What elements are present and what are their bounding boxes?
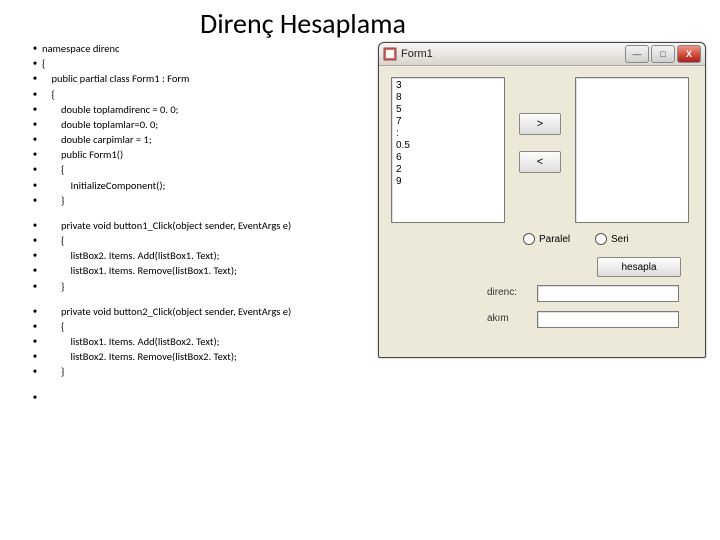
maximize-button[interactable]: □ — [651, 45, 675, 63]
list-item[interactable]: 6 — [396, 152, 500, 164]
page-title: Direnç Hesaplama — [200, 6, 406, 41]
close-button[interactable]: X — [677, 45, 701, 63]
radio-label: Paralel — [539, 234, 570, 245]
code-line: listBox2. Items. Remove(listBox2. Text); — [42, 350, 237, 364]
code-line: private void button2_Click(object sender… — [42, 305, 291, 319]
code-line: listBox1. Items. Remove(listBox1. Text); — [42, 264, 237, 278]
code-line: namespace direnc — [42, 42, 119, 56]
code-line: double toplamdirenc = 0. 0; — [42, 103, 178, 117]
radio-paralel[interactable]: Paralel — [523, 233, 570, 245]
minimize-button[interactable]: — — [625, 45, 649, 63]
listbox-1[interactable]: 3 8 5 7 : 0.5 6 2 9 — [391, 77, 505, 223]
list-item[interactable]: 3 — [396, 80, 500, 92]
code-line: listBox2. Items. Add(listBox1. Text); — [42, 249, 219, 263]
list-item[interactable]: 0.5 — [396, 140, 500, 152]
code-line: } — [42, 194, 64, 208]
code-line: double toplamlar=0. 0; — [42, 118, 158, 132]
code-line: { — [42, 320, 64, 334]
add-button[interactable]: > — [519, 113, 561, 135]
label-direnc: direnc: — [487, 287, 517, 298]
code-line: private void button1_Click(object sender… — [42, 219, 291, 233]
titlebar[interactable]: Form1 — □ X — [379, 43, 705, 66]
code-listing: •namespace direnc •{ • public partial cl… — [28, 42, 368, 406]
code-line: { — [42, 88, 55, 102]
radio-icon — [523, 233, 535, 245]
code-line: { — [42, 234, 64, 248]
label-akim: akım — [487, 313, 509, 324]
app-icon — [383, 47, 397, 61]
code-line: double carpimlar = 1; — [42, 133, 152, 147]
akim-field[interactable] — [537, 311, 679, 328]
list-item[interactable]: 5 — [396, 104, 500, 116]
code-line: { — [42, 163, 64, 177]
radio-label: Seri — [611, 234, 629, 245]
code-line: } — [42, 365, 64, 379]
list-item[interactable]: : — [396, 128, 500, 140]
code-line — [42, 391, 61, 405]
listbox-2[interactable] — [575, 77, 689, 223]
radio-seri[interactable]: Seri — [595, 233, 629, 245]
code-line: public partial class Form1 : Form — [42, 72, 189, 86]
list-item[interactable]: 7 — [396, 116, 500, 128]
code-line: { — [42, 57, 45, 71]
window-title: Form1 — [401, 48, 623, 60]
list-item[interactable]: 8 — [396, 92, 500, 104]
code-line: public Form1() — [42, 148, 123, 162]
code-line: } — [42, 280, 64, 294]
calculate-button[interactable]: hesapla — [597, 257, 681, 277]
code-line: InitializeComponent(); — [42, 179, 165, 193]
form-window: Form1 — □ X 3 8 5 7 : 0.5 6 2 9 > < Para… — [378, 42, 706, 358]
radio-icon — [595, 233, 607, 245]
code-line: listBox1. Items. Add(listBox2. Text); — [42, 335, 219, 349]
direnc-field[interactable] — [537, 285, 679, 302]
list-item[interactable]: 9 — [396, 176, 500, 188]
list-item[interactable]: 2 — [396, 164, 500, 176]
remove-button[interactable]: < — [519, 151, 561, 173]
